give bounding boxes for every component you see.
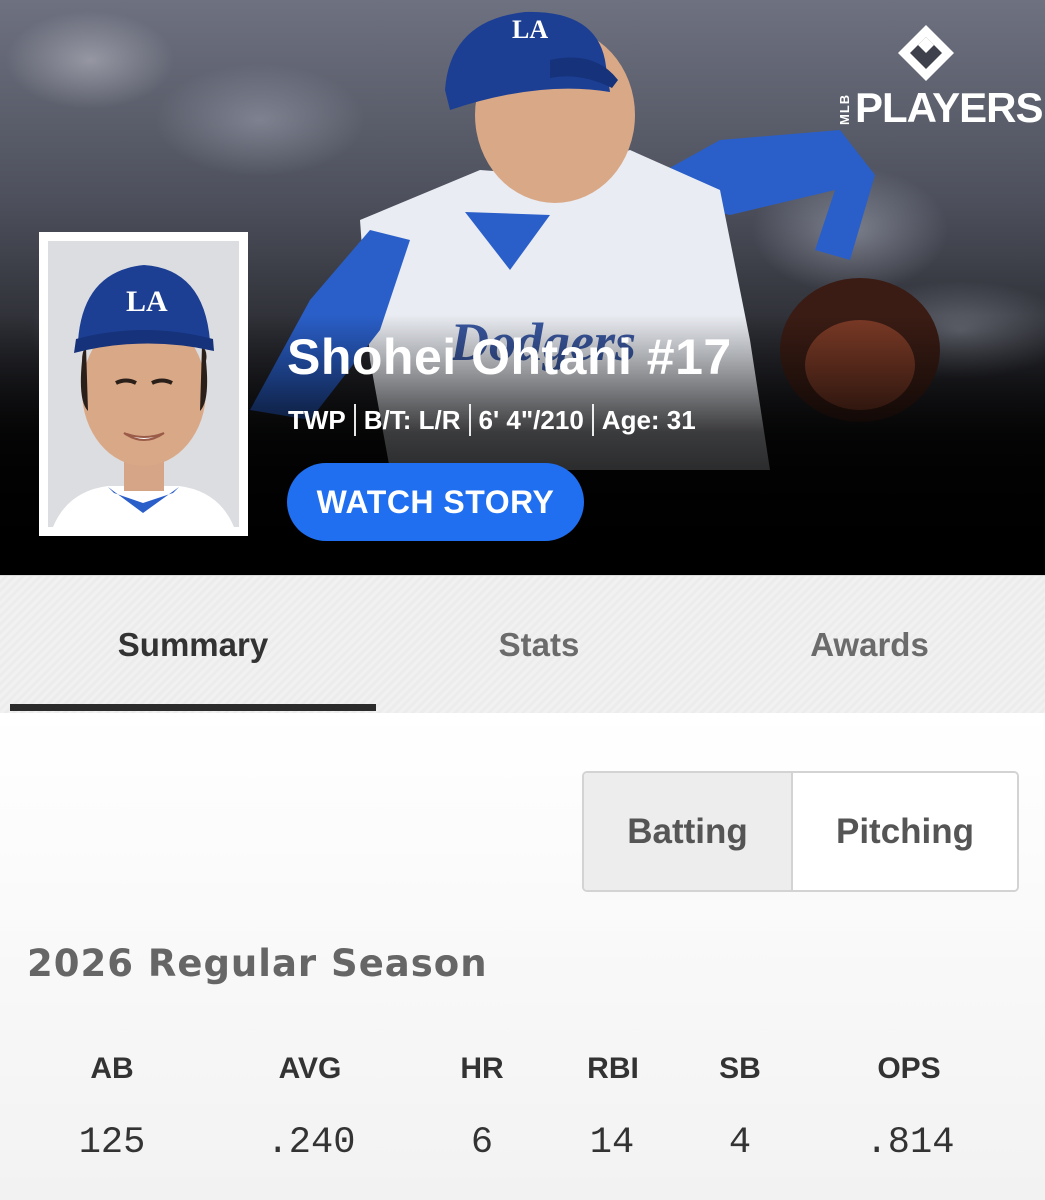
stat-header-sb: SB: [719, 1052, 761, 1085]
tab-awards[interactable]: Awards: [702, 576, 1037, 714]
stat-header-ops: OPS: [877, 1052, 941, 1085]
player-age: Age: 31: [601, 404, 696, 435]
batting-pitching-toggle: Batting Pitching: [582, 771, 1019, 892]
player-bio-line: TWP B/T: L/R 6' 4"/210 Age: 31: [288, 404, 696, 436]
player-page: LA Dodgers MLB PLAYERS: [0, 0, 1045, 1200]
divider: [468, 404, 471, 436]
player-height-weight: 6' 4"/210: [478, 404, 584, 435]
tab-summary[interactable]: Summary: [10, 576, 376, 714]
stat-value-ops: .814: [865, 1122, 955, 1164]
player-bats-throws: B/T: L/R: [363, 404, 461, 435]
player-position: TWP: [288, 404, 346, 435]
tab-stats[interactable]: Stats: [376, 576, 702, 714]
divider: [591, 404, 594, 436]
players-diamond-icon: [898, 25, 954, 81]
svg-text:LA: LA: [512, 15, 548, 44]
season-title: 2026 Regular Season: [27, 942, 488, 985]
stat-value-avg: .240: [266, 1122, 356, 1164]
pitching-toggle-button[interactable]: Pitching: [793, 773, 1017, 890]
stat-value-ab: 125: [78, 1122, 146, 1164]
stat-header-ab: AB: [90, 1052, 134, 1085]
active-tab-indicator: [10, 704, 376, 711]
hero-banner: LA Dodgers MLB PLAYERS: [0, 0, 1045, 575]
watch-story-button[interactable]: WATCH STORY: [287, 463, 584, 541]
svg-text:LA: LA: [126, 285, 168, 318]
divider: [353, 404, 356, 436]
brand-mlb-label: MLB: [837, 93, 852, 125]
player-name: Shohei Ohtani #17: [287, 329, 732, 385]
profile-tabs: Summary Stats Awards: [0, 575, 1045, 713]
mlb-players-logo[interactable]: MLB PLAYERS: [837, 22, 1044, 132]
player-headshot: LA: [39, 232, 248, 536]
batting-toggle-button[interactable]: Batting: [584, 773, 793, 890]
stat-header-avg: AVG: [278, 1052, 342, 1085]
brand-players-label: PLAYERS: [855, 84, 1044, 131]
player-headshot-photo: LA: [48, 241, 239, 527]
